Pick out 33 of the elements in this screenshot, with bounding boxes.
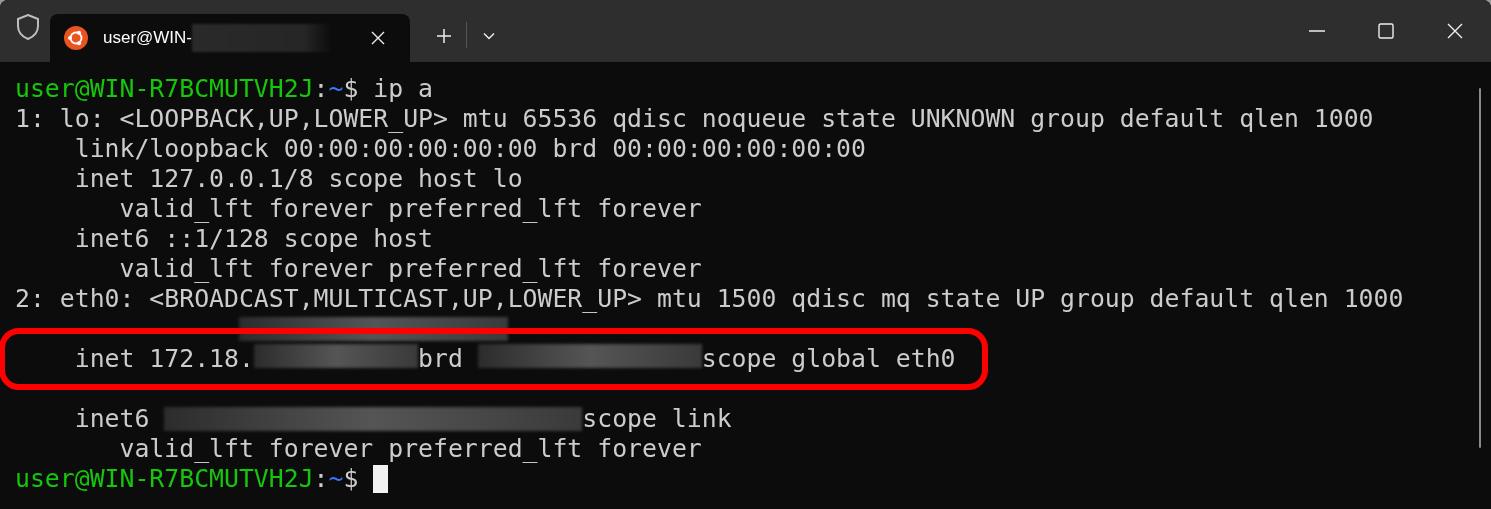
output-text: brd: [418, 344, 464, 374]
prompt-path: ~: [328, 464, 344, 494]
output-text: 2: eth0: <BROADCAST,MULTICAST,UP,LOWER_UP> mtu 1500 qdisc mq state UP group default qlen 1000: [15, 284, 1404, 314]
output-text: 1: lo: <LOOPBACK,UP,LOWER_UP> mtu 65536 qdisc noqueue state UNKNOWN group default qlen 1000: [15, 104, 1374, 134]
prompt-path: ~: [328, 74, 344, 104]
prompt-host: user@WIN-R7BCMUTVH2J: [15, 74, 314, 104]
output-text: $: [343, 464, 360, 494]
chevron-down-icon: [483, 32, 495, 40]
output-text: $ ip a: [343, 74, 434, 104]
tab-title: user@WIN-: [103, 28, 193, 48]
close-icon: [371, 31, 385, 45]
output-text: inet 172.18.: [73, 344, 254, 374]
plus-icon: [436, 28, 452, 44]
close-icon: [1446, 23, 1463, 39]
output-text: valid_lft forever preferred_lft forever: [118, 194, 702, 224]
output-text: link/loopback 00:00:00:00:00:00 brd 00:00:00:00:00:00: [73, 134, 866, 164]
scrollbar[interactable]: [1479, 88, 1481, 448]
output-text: valid_lft forever preferred_lft forever: [118, 434, 702, 464]
output-text: inet 127.0.0.1/8 scope host lo: [73, 164, 523, 194]
shield-icon[interactable]: [17, 14, 39, 40]
output-text: scope global eth0: [701, 344, 956, 374]
output-text: inet6: [73, 404, 151, 434]
text-cursor: [373, 465, 389, 493]
maximize-icon: [1377, 23, 1394, 39]
output-text: :: [313, 74, 329, 104]
prompt-host: user@WIN-R7BCMUTVH2J: [15, 464, 314, 494]
output-text: :: [313, 464, 329, 494]
minimize-icon: [1308, 30, 1325, 32]
output-text: scope link: [582, 404, 732, 434]
terminal-tab[interactable]: user@WIN-: [50, 14, 410, 62]
output-text: valid_lft forever preferred_lft forever: [118, 254, 702, 284]
output-text: inet6 ::1/128 scope host: [73, 224, 433, 254]
ubuntu-logo-icon: [64, 26, 88, 50]
